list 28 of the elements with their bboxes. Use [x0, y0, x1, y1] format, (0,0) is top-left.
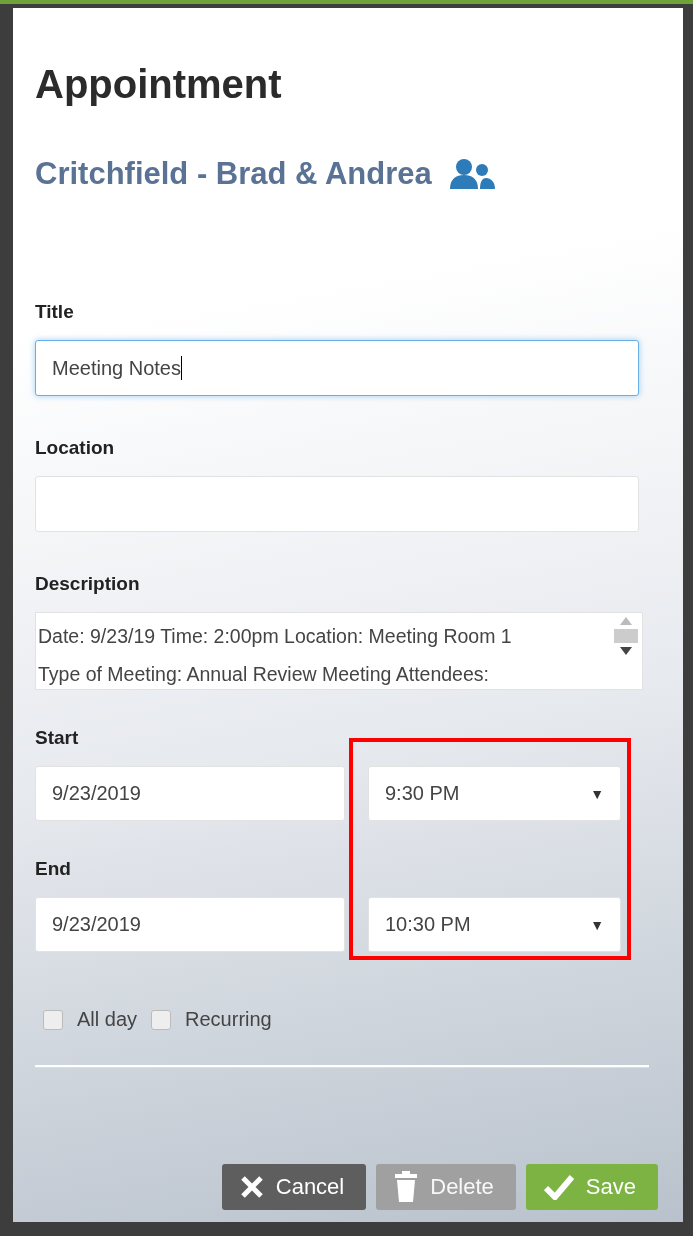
input-field[interactable] — [35, 476, 639, 532]
option-checkbox[interactable]: Recurring — [151, 1008, 272, 1031]
contact-name: Critchfield - Brad & Andrea — [35, 155, 432, 193]
trash-icon — [394, 1171, 419, 1203]
check-icon — [543, 1174, 574, 1200]
field-label: Start — [35, 726, 80, 750]
time-dropdown[interactable]: 10:30 PM ▼ — [368, 897, 621, 952]
scroll-up-icon[interactable] — [620, 617, 632, 625]
field-label: Description — [35, 572, 141, 596]
description-line: Date: 9/23/19 Time: 2:00pm Location: Meeting Room 1 — [38, 624, 513, 649]
field-label: Location — [35, 436, 116, 460]
checkbox[interactable] — [151, 1009, 172, 1030]
close-icon — [239, 1175, 264, 1199]
date-field[interactable]: 9/23/2019 — [35, 766, 345, 821]
option-checkbox[interactable]: All day — [43, 1008, 138, 1031]
time-dropdown[interactable]: 9:30 PM ▼ — [368, 766, 621, 821]
date-field[interactable]: 9/23/2019 — [35, 897, 345, 952]
scroll-down-icon[interactable] — [620, 647, 632, 655]
cancel-button[interactable]: Cancel — [221, 1164, 367, 1210]
description-field[interactable]: Date: 9/23/19 Time: 2:00pm Location: Meeting Room 1 Type of Meeting: Annual Review Meeting Attendees: — [35, 612, 643, 690]
dialog-title: Appointment — [35, 61, 283, 108]
field-label: Title — [35, 300, 75, 324]
input-field[interactable]: Meeting Notes — [35, 340, 639, 396]
description-line: Type of Meeting: Annual Review Meeting Attendees: — [38, 662, 490, 687]
checkbox[interactable] — [43, 1009, 63, 1030]
people-icon[interactable] — [447, 158, 496, 190]
field-label: End — [35, 857, 72, 881]
scrollbar-thumb[interactable] — [614, 629, 638, 643]
